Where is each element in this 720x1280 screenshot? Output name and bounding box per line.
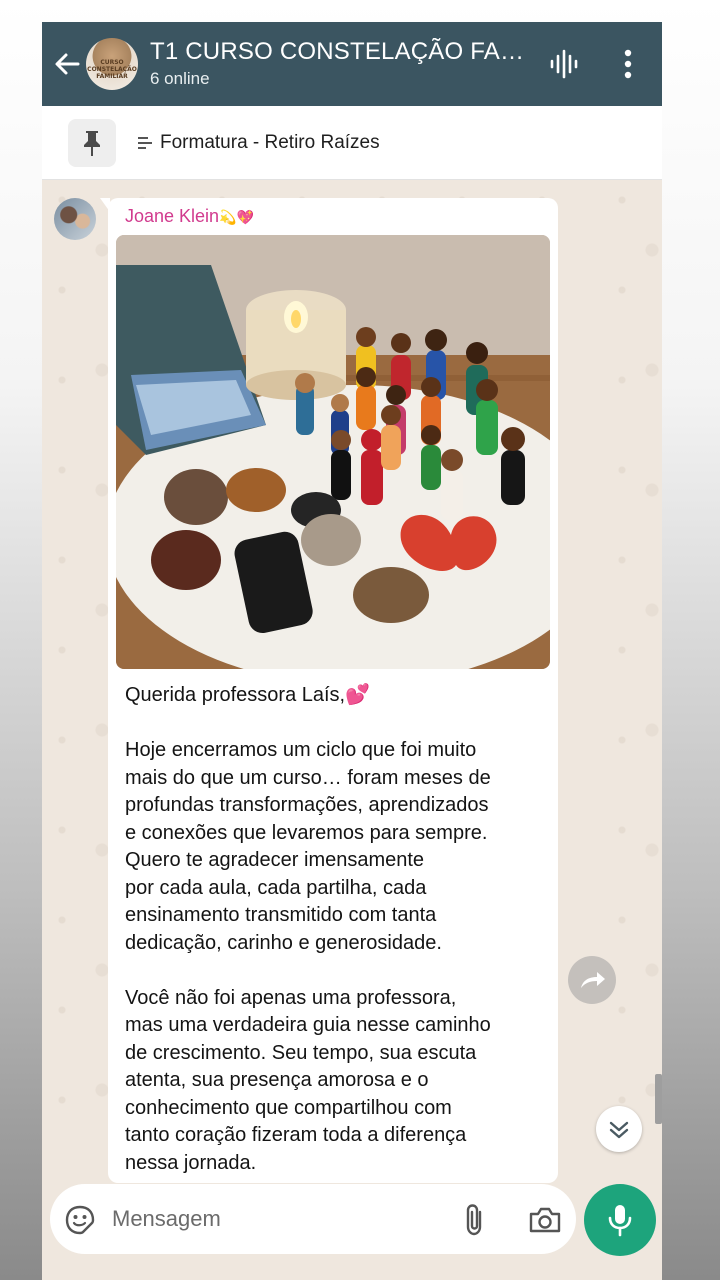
back-button[interactable] xyxy=(52,46,82,82)
chat-title[interactable]: T1 CURSO CONSTELAÇÃO FAMI... xyxy=(150,38,530,66)
pin-icon xyxy=(84,131,100,156)
message-list[interactable]: Joane Klein💫💖 Querida professora Laís,💕 … xyxy=(42,180,662,1183)
online-status: 6 online xyxy=(150,69,210,88)
more-options-button[interactable] xyxy=(614,48,642,80)
microphone-icon xyxy=(608,1205,632,1237)
audio-wave-icon xyxy=(550,49,578,79)
photo-illustration xyxy=(116,235,550,669)
double-chevron-down-icon xyxy=(609,1121,629,1139)
scrollbar-thumb[interactable] xyxy=(655,1074,662,1124)
scroll-to-bottom-button[interactable] xyxy=(596,1106,642,1152)
more-vertical-icon xyxy=(624,49,632,79)
sender-name-text: Joane Klein xyxy=(125,206,220,226)
forward-icon xyxy=(581,972,605,988)
voice-message-button[interactable] xyxy=(584,1184,656,1256)
message-input[interactable] xyxy=(112,1202,432,1236)
sender-avatar[interactable] xyxy=(54,198,96,240)
group-avatar-text: CURSO CONSTELAÇÃO FAMILIAR xyxy=(87,59,137,80)
message-photo[interactable] xyxy=(116,235,550,669)
message-text: Querida professora Laís,💕 Hoje encerramo… xyxy=(125,684,491,1174)
chat-screen: CURSO CONSTELAÇÃO FAMILIAR T1 CURSO CONS… xyxy=(42,22,662,1280)
forward-button[interactable] xyxy=(568,956,616,1004)
group-avatar[interactable]: CURSO CONSTELAÇÃO FAMILIAR xyxy=(86,38,138,90)
arrow-left-icon xyxy=(55,53,80,75)
message-composer xyxy=(50,1184,576,1254)
paperclip-icon[interactable] xyxy=(464,1203,486,1237)
text-lines-icon xyxy=(138,137,152,149)
camera-icon[interactable] xyxy=(528,1206,562,1234)
message-bubble[interactable]: Joane Klein💫💖 Querida professora Laís,💕 … xyxy=(108,198,558,1183)
sender-emoji: 💫💖 xyxy=(219,209,254,225)
pinned-message-bar[interactable]: Formatura - Retiro Raízes xyxy=(42,106,662,180)
sticker-icon[interactable] xyxy=(64,1204,96,1236)
sender-name[interactable]: Joane Klein💫💖 xyxy=(125,206,254,227)
pinned-message-text: Formatura - Retiro Raízes xyxy=(160,132,380,153)
pin-button[interactable] xyxy=(68,119,116,167)
voice-chat-button[interactable] xyxy=(548,48,580,80)
chat-header: CURSO CONSTELAÇÃO FAMILIAR T1 CURSO CONS… xyxy=(42,22,662,106)
